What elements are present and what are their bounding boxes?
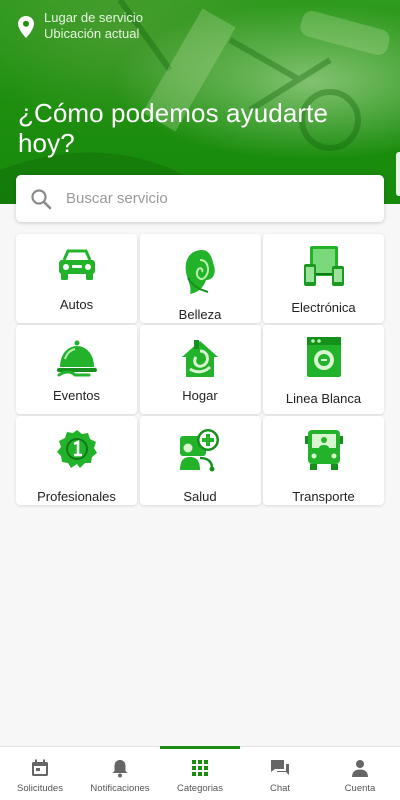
category-label: Autos bbox=[59, 297, 94, 312]
category-label: Profesionales bbox=[37, 489, 116, 504]
category-salud[interactable]: Salud bbox=[139, 416, 261, 505]
service-location[interactable]: Lugar de servicio Ubicación actual bbox=[18, 10, 143, 42]
category-transporte[interactable]: Transporte bbox=[263, 416, 384, 505]
category-grid: Autos Belleza Electrónica Eventos Hogar … bbox=[16, 234, 384, 505]
hero-banner: Lugar de servicio Ubicación actual ¿Cómo… bbox=[0, 0, 400, 204]
category-profesionales[interactable]: Profesionales bbox=[16, 416, 137, 505]
category-label: Transporte bbox=[292, 489, 355, 504]
category-belleza[interactable]: Belleza bbox=[139, 234, 261, 323]
calendar-icon bbox=[32, 759, 48, 776]
location-subtitle: Ubicación actual bbox=[44, 26, 140, 41]
category-label: Belleza bbox=[178, 307, 222, 322]
appliance-icon bbox=[306, 337, 341, 377]
home-icon bbox=[182, 340, 218, 377]
page-title: ¿Cómo podemos ayudarte hoy? bbox=[18, 98, 329, 158]
category-autos[interactable]: Autos bbox=[16, 234, 137, 323]
search-bar[interactable] bbox=[16, 175, 384, 222]
nav-label: Solicitudes bbox=[17, 783, 63, 794]
category-label: Electrónica bbox=[291, 300, 356, 315]
nav-cuenta[interactable]: Cuenta bbox=[320, 747, 400, 800]
nav-label: Notificaciones bbox=[90, 783, 150, 794]
nav-chat[interactable]: Chat bbox=[240, 747, 320, 800]
bus-icon bbox=[304, 430, 343, 470]
location-pin-icon bbox=[18, 16, 34, 38]
nav-label: Cuenta bbox=[344, 783, 376, 794]
nav-label: Categorias bbox=[177, 783, 223, 794]
catering-icon bbox=[56, 340, 97, 377]
search-icon bbox=[31, 188, 52, 209]
category-label: Eventos bbox=[53, 388, 100, 403]
professional-badge-icon bbox=[56, 430, 97, 468]
category-linea-blanca[interactable]: Linea Blanca bbox=[263, 325, 384, 414]
chat-icon bbox=[271, 760, 289, 775]
car-icon bbox=[58, 249, 95, 280]
beauty-icon bbox=[185, 250, 215, 294]
nav-notificaciones[interactable]: Notificaciones bbox=[80, 747, 160, 800]
nav-categorias[interactable]: Categorias bbox=[160, 746, 240, 800]
electronics-icon bbox=[303, 246, 344, 286]
category-label: Linea Blanca bbox=[285, 391, 362, 406]
person-icon bbox=[352, 760, 368, 777]
location-title: Lugar de servicio bbox=[44, 10, 143, 25]
bottom-navigation: Solicitudes Notificaciones Categorias Ch… bbox=[0, 746, 400, 800]
nav-solicitudes[interactable]: Solicitudes bbox=[0, 747, 80, 800]
category-label: Hogar bbox=[182, 388, 218, 403]
health-icon bbox=[180, 429, 219, 472]
category-electronica[interactable]: Electrónica bbox=[263, 234, 384, 323]
bell-icon bbox=[112, 760, 128, 778]
category-eventos[interactable]: Eventos bbox=[16, 325, 137, 414]
nav-label: Chat bbox=[269, 783, 291, 794]
category-hogar[interactable]: Hogar bbox=[139, 325, 261, 414]
search-input[interactable] bbox=[66, 190, 356, 207]
edge-handle[interactable] bbox=[396, 152, 400, 196]
category-label: Salud bbox=[183, 489, 217, 504]
grid-icon bbox=[192, 760, 208, 776]
